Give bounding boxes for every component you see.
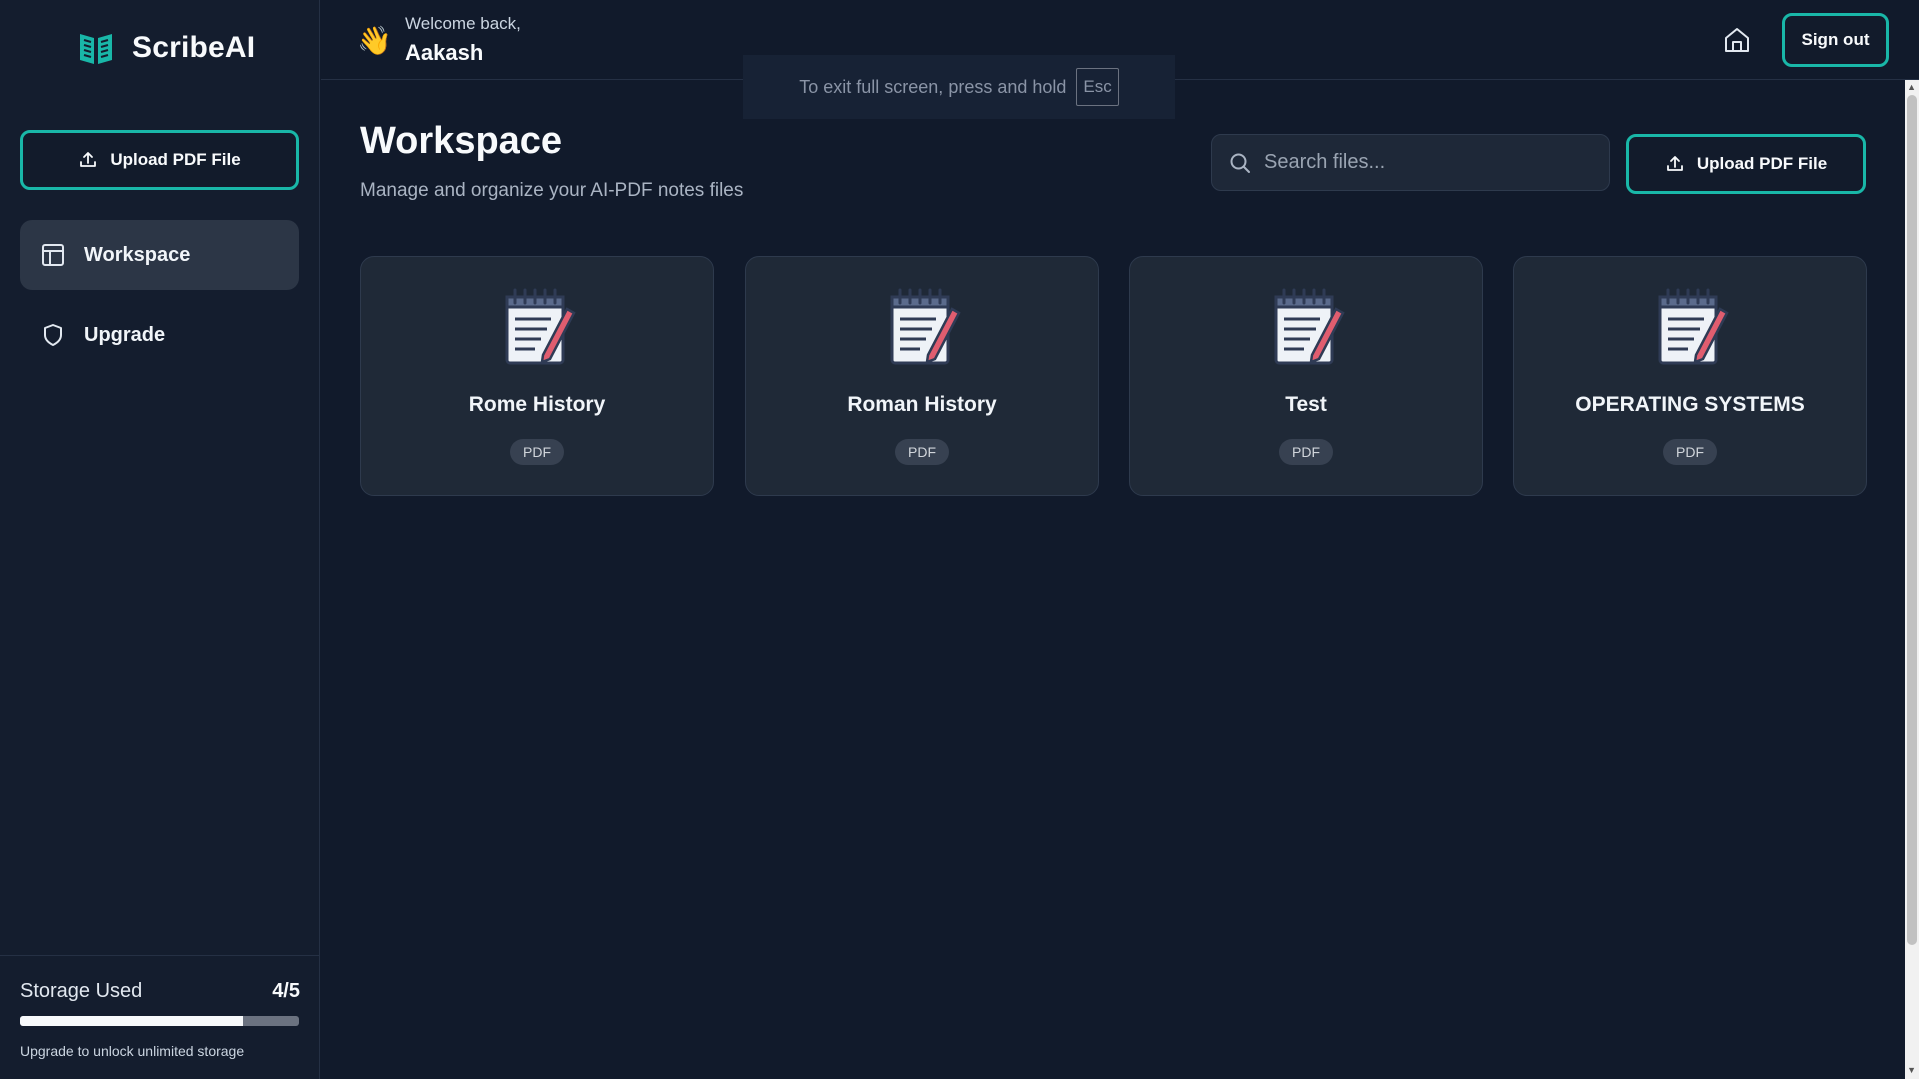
sign-out-button[interactable]: Sign out	[1782, 13, 1889, 67]
file-name: Roman History	[847, 393, 997, 416]
file-card[interactable]: OPERATING SYSTEMS PDF	[1513, 256, 1867, 496]
sidebar-item-label: Upgrade	[84, 323, 166, 346]
book-logo-icon	[80, 34, 112, 64]
upload-icon	[1666, 156, 1683, 171]
file-type-badge: PDF	[895, 439, 949, 465]
shield-icon	[44, 324, 62, 346]
page-subtitle: Manage and organize your AI-PDF notes fi…	[360, 180, 744, 201]
search-input[interactable]	[1264, 151, 1594, 174]
file-name: Test	[1285, 393, 1327, 416]
sidebar-item-label: Workspace	[84, 243, 191, 266]
search-box[interactable]	[1211, 134, 1610, 191]
search-icon	[1230, 153, 1250, 173]
file-card[interactable]: Test PDF	[1129, 256, 1483, 496]
sidebar: ScribeAI Upload PDF File Workspace Upgra…	[0, 0, 320, 1079]
notepad-icon	[890, 288, 961, 365]
file-card[interactable]: Rome History PDF	[360, 256, 714, 496]
fullscreen-toast-text: To exit full screen, press and hold	[799, 76, 1067, 97]
sidebar-upload-button[interactable]: Upload PDF File	[20, 130, 299, 190]
brand[interactable]: ScribeAI	[76, 28, 255, 68]
storage-panel: Storage Used 4/5 Upgrade to unlock unlim…	[0, 955, 320, 1079]
scroll-down-arrow-icon[interactable]: ▼	[1907, 1065, 1916, 1075]
layout-icon	[42, 244, 64, 266]
sidebar-upload-label: Upload PDF File	[110, 150, 241, 169]
upload-icon	[80, 152, 97, 167]
page-title: Workspace	[360, 120, 563, 162]
file-card[interactable]: Roman History PDF	[745, 256, 1099, 496]
welcome-text: Welcome back,	[405, 14, 521, 33]
upload-pdf-label: Upload PDF File	[1696, 154, 1828, 173]
file-name: Rome History	[468, 393, 606, 416]
notepad-icon	[1274, 288, 1345, 365]
user-name: Aakash	[405, 40, 484, 65]
file-type-badge: PDF	[510, 439, 564, 465]
scroll-up-arrow-icon[interactable]: ▲	[1907, 82, 1916, 92]
storage-upgrade-note: Upgrade to unlock unlimited storage	[20, 1043, 245, 1059]
storage-progress-bar	[20, 1016, 299, 1026]
esc-key-hint: Esc	[1076, 68, 1119, 106]
sidebar-item-workspace[interactable]: Workspace	[20, 220, 299, 290]
file-type-badge: PDF	[1279, 439, 1333, 465]
upload-pdf-button[interactable]: Upload PDF File	[1626, 134, 1866, 194]
home-icon[interactable]	[1721, 24, 1753, 56]
storage-count: 4/5	[272, 980, 300, 1002]
brand-name: ScribeAI	[132, 31, 256, 64]
file-name: OPERATING SYSTEMS	[1575, 393, 1805, 416]
scrollbar-thumb[interactable]	[1907, 95, 1917, 945]
notepad-icon	[505, 288, 576, 365]
storage-label: Storage Used	[20, 980, 143, 1002]
notepad-icon	[1658, 288, 1729, 365]
file-type-badge: PDF	[1663, 439, 1717, 465]
sidebar-item-upgrade[interactable]: Upgrade	[20, 300, 299, 370]
fullscreen-exit-toast: To exit full screen, press and hold Esc	[743, 55, 1175, 119]
wave-icon: 👋	[357, 25, 392, 56]
storage-progress-fill	[20, 1016, 244, 1026]
